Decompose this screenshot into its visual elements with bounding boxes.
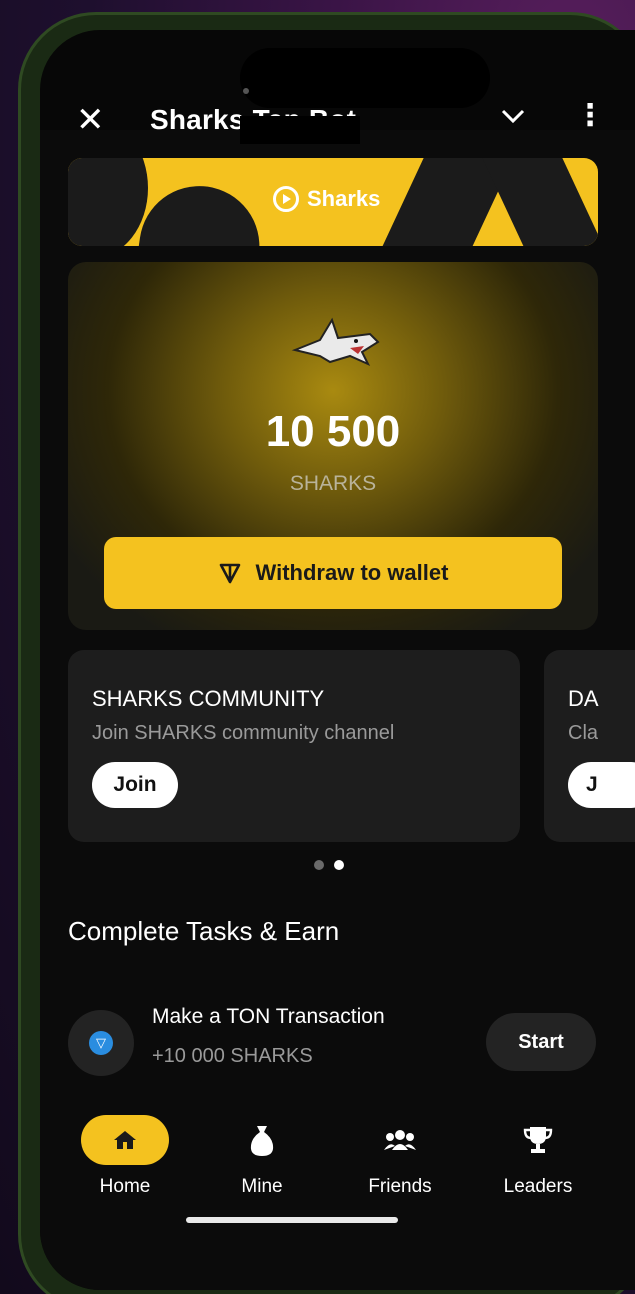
chevron-down-icon[interactable] [500,104,526,132]
nav-friends[interactable]: Friends [340,1118,460,1198]
ton-icon [219,563,240,584]
carousel-dot[interactable] [314,860,324,870]
home-icon [81,1115,169,1165]
section-title: Complete Tasks & Earn [68,916,340,946]
top-bar: ✕ Sharks Tap Bot ⋮ [40,90,635,150]
money-bag-icon [250,1126,274,1156]
join-button[interactable]: Join [92,762,178,808]
balance-amount: 10 500 [265,407,401,456]
nav-label: Friends [368,1176,432,1197]
banner-text: Sharks [307,186,381,211]
withdraw-label: Withdraw to wallet [255,560,449,585]
promo-card-subtitle: Cla [568,722,599,744]
balance-card: 10 500 SHARKS Withdraw to wallet [68,262,598,630]
banner-shape [128,178,268,246]
trophy-icon [523,1127,553,1153]
carousel-dot-active[interactable] [334,860,344,870]
sharks-banner[interactable]: Sharks [68,158,598,246]
close-icon[interactable]: ✕ [76,100,105,140]
nav-label: Mine [241,1176,283,1197]
start-button[interactable]: Start [486,1013,596,1071]
promo-card: SHARKS COMMUNITY Join SHARKS community c… [68,650,520,842]
more-vertical-icon[interactable]: ⋮ [575,98,605,133]
banner-label: Sharks [273,186,380,212]
promo-card-title: DA [568,686,599,711]
ton-icon: ▽ [68,1010,134,1076]
promo-card: DA Cla J [544,650,635,842]
nav-label: Leaders [503,1176,573,1197]
banner-shape [68,158,148,246]
nav-mine[interactable]: Mine [202,1118,322,1198]
friends-icon [384,1130,416,1150]
shark-logo [291,317,380,367]
play-ring-icon [273,186,299,212]
title-occlusion [240,116,360,144]
promo-card-subtitle: Join SHARKS community channel [92,722,395,744]
nav-home[interactable]: Home [65,1115,185,1198]
task-title: Make a TON Transaction [152,1005,385,1028]
app-screen: ✕ Sharks Tap Bot ⋮ Sharks 10 500 SHARKS [40,30,635,1290]
balance-unit: SHARKS [289,472,377,495]
task-row: ▽ Make a TON Transaction +10 000 SHARKS … [68,1005,608,1076]
nav-label: Home [99,1176,151,1197]
home-indicator [186,1217,398,1223]
promo-card-title: SHARKS COMMUNITY [92,686,325,711]
withdraw-button[interactable]: Withdraw to wallet [104,537,562,609]
bottom-nav: Home Mine Friends Leaders [40,1110,635,1230]
carousel-dots [314,860,344,870]
task-reward: +10 000 SHARKS [152,1045,313,1067]
nav-leaders[interactable]: Leaders [478,1118,598,1198]
promo-card-button[interactable]: J [568,762,635,808]
